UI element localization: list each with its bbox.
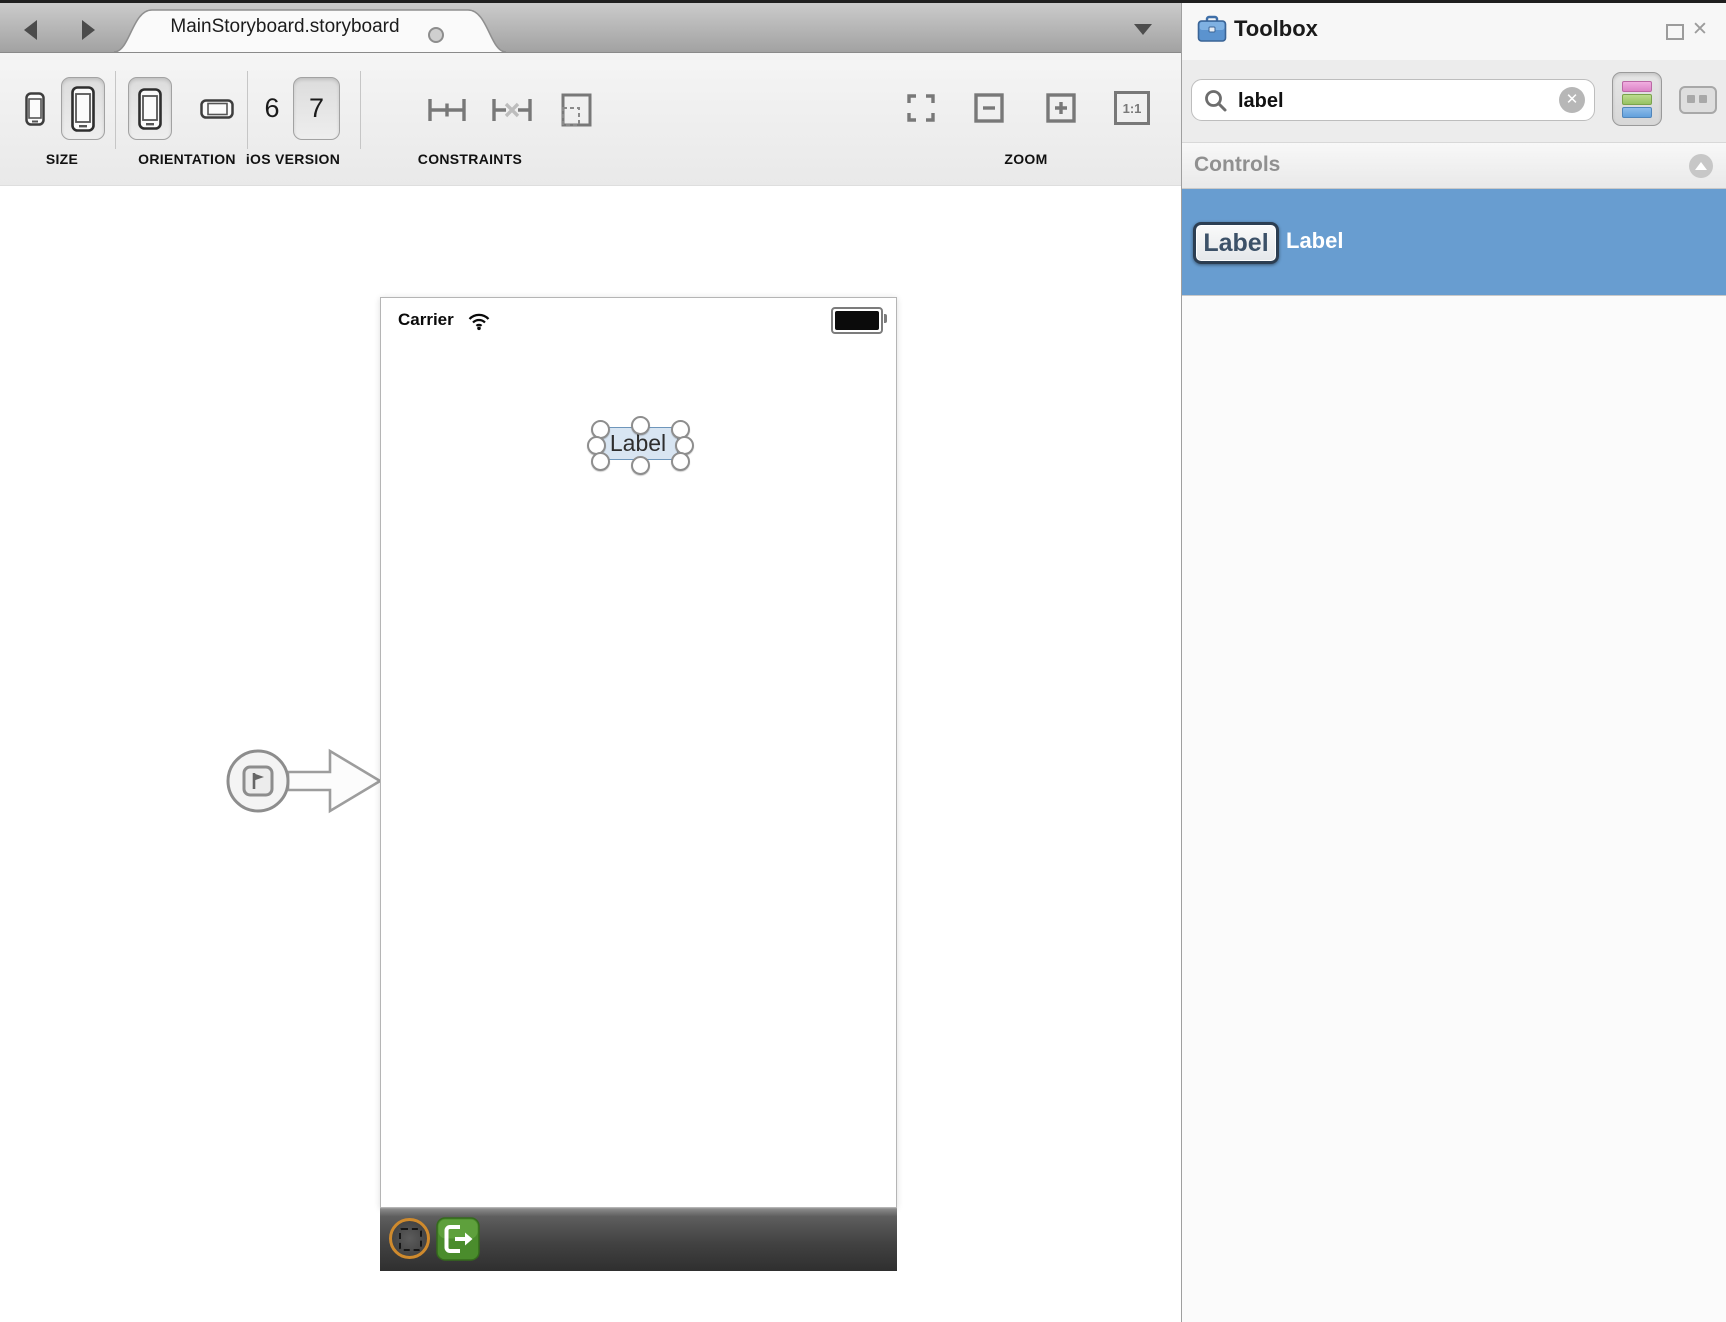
constraints-group-label: CONSTRAINTS <box>390 151 550 171</box>
designer-toolbar: SIZE ORIENTATION 6 7 iOS VERSION <box>0 53 1181 186</box>
small-square-icon <box>1699 95 1707 103</box>
forward-arrow-icon[interactable] <box>82 20 95 40</box>
label-control-preview-icon: Label <box>1193 222 1279 264</box>
phone-portrait-icon <box>138 88 162 130</box>
categorized-view-button[interactable] <box>1612 72 1662 126</box>
orientation-landscape-button[interactable] <box>198 98 236 120</box>
zoom-group-label: ZOOM <box>976 151 1076 171</box>
compact-display-button[interactable] <box>1679 86 1717 114</box>
remove-constraint-button[interactable] <box>487 91 537 129</box>
toolbar-separator <box>360 71 361 149</box>
zoom-out-icon <box>973 92 1005 124</box>
ios-version-7-button[interactable]: 7 <box>293 77 340 140</box>
view-controller-icon[interactable] <box>389 1218 430 1259</box>
phone-tall-icon <box>71 86 95 132</box>
wifi-icon <box>467 311 491 331</box>
orientation-portrait-button[interactable] <box>128 77 172 140</box>
chevron-up-icon <box>1695 162 1707 170</box>
scene-dock-bar <box>380 1208 897 1271</box>
fit-screen-icon <box>905 92 937 124</box>
toolbar-separator <box>247 71 248 149</box>
size-3-5-inch-button[interactable] <box>24 91 46 127</box>
zoom-out-button[interactable] <box>971 91 1007 125</box>
storyboard-entry-point-arrow[interactable] <box>218 737 388 825</box>
category-pink-bar-icon <box>1622 81 1652 92</box>
back-arrow-icon[interactable] <box>24 20 37 40</box>
size-4-inch-button[interactable] <box>61 77 105 140</box>
zoom-in-icon <box>1045 92 1077 124</box>
exit-segue-icon[interactable] <box>436 1217 480 1261</box>
small-square-icon <box>1687 95 1695 103</box>
search-input[interactable] <box>1236 85 1540 117</box>
toolbox-search-row: ✕ <box>1182 60 1726 142</box>
controls-section-header[interactable]: Controls <box>1182 142 1726 189</box>
panel-dock-icon[interactable] <box>1666 24 1684 40</box>
tab-modified-indicator-icon[interactable] <box>428 27 444 43</box>
toolbox-panel: Toolbox ✕ ✕ Con <box>1181 3 1726 1322</box>
toolbar-separator <box>115 71 116 149</box>
zoom-actual-size-button[interactable]: 1:1 <box>1114 91 1150 125</box>
toolbox-header: Toolbox ✕ <box>1182 3 1726 60</box>
phone-landscape-icon <box>200 99 234 119</box>
carrier-status-text: Carrier <box>398 310 454 330</box>
view-controller-scene[interactable]: Carrier Label <box>380 297 897 1208</box>
category-blue-bar-icon <box>1622 107 1652 118</box>
resize-handle-bottom-right[interactable] <box>671 452 690 471</box>
dashed-view-icon <box>399 1228 422 1251</box>
add-constraint-button[interactable] <box>425 91 469 129</box>
frame-resize-icon <box>559 92 593 128</box>
document-tab-bar: MainStoryboard.storyboard <box>0 3 1181 53</box>
zoom-fit-button[interactable] <box>903 91 939 125</box>
storyboard-canvas[interactable]: Carrier Label <box>0 186 1181 1322</box>
ios-version-group-label: iOS VERSION <box>233 151 353 171</box>
zoom-in-button[interactable] <box>1043 91 1079 125</box>
toolbox-title: Toolbox <box>1234 16 1318 42</box>
battery-icon <box>831 307 883 334</box>
controls-section-label: Controls <box>1194 153 1280 177</box>
collapse-section-button[interactable] <box>1689 154 1713 178</box>
panel-close-icon[interactable]: ✕ <box>1692 18 1708 41</box>
tab-title[interactable]: MainStoryboard.storyboard <box>150 16 420 38</box>
ios-version-6-button[interactable]: 6 <box>255 87 289 129</box>
resize-mode-button[interactable] <box>556 91 596 129</box>
toolbox-briefcase-icon <box>1197 15 1227 43</box>
search-icon <box>1203 88 1229 114</box>
toolbox-item-label[interactable]: Label Label <box>1182 189 1726 296</box>
resize-handle-bottom-left[interactable] <box>591 452 610 471</box>
tab-list-dropdown-icon[interactable] <box>1134 24 1152 35</box>
resize-handle-top-center[interactable] <box>631 416 650 435</box>
search-field[interactable]: ✕ <box>1191 79 1595 121</box>
constraint-width-plus-icon <box>426 94 468 126</box>
clear-search-icon[interactable]: ✕ <box>1559 87 1585 113</box>
resize-handle-bottom-center[interactable] <box>631 456 650 475</box>
constraint-width-x-icon <box>489 94 535 126</box>
toolbox-item-name: Label <box>1286 228 1343 254</box>
category-green-bar-icon <box>1622 94 1652 105</box>
size-group-label: SIZE <box>17 151 107 171</box>
phone-small-icon <box>25 92 45 126</box>
ios-designer-window: MainStoryboard.storyboard SIZE <box>0 0 1726 1322</box>
